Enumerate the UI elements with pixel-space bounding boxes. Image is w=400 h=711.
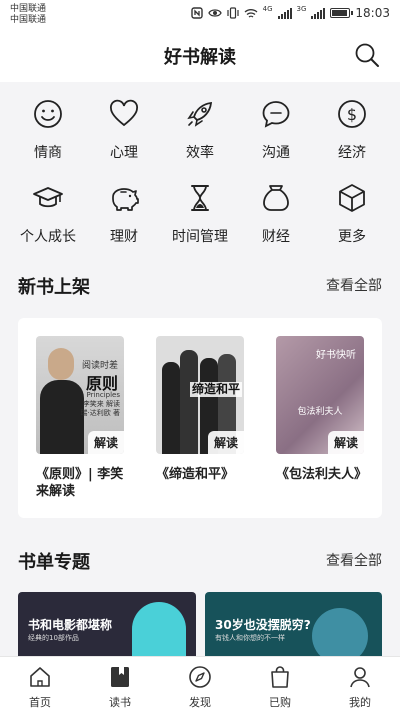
book-icon: [111, 667, 129, 687]
signal-icon-1: [277, 7, 292, 19]
cover-text-main: 缔造和平: [190, 382, 243, 397]
category-label: 效率: [186, 145, 214, 161]
category-item-shijianguanli[interactable]: 时间管理: [160, 182, 240, 246]
category-label: 个人成长: [20, 229, 76, 245]
nfc-icon: [190, 7, 203, 19]
portrait-head: [48, 348, 74, 380]
money-bag-icon: [263, 185, 289, 211]
new-books-card: 阅读时差 原则 Principles 李笑来 解读 瑞·达利欧 著 解读 《原则》|…: [18, 318, 382, 518]
carrier-label-2: 中国联通: [10, 15, 47, 25]
book-list-banner[interactable]: 书和电影都堪称 经典的10部作品: [18, 592, 196, 656]
tab-reading[interactable]: 读书: [90, 665, 150, 710]
carrier-label-1: 中国联通: [10, 4, 47, 14]
cube-icon: [339, 184, 365, 212]
shopping-bag-icon: [271, 666, 289, 688]
piggy-bank-icon: [112, 188, 139, 211]
interpretation-badge: 解读: [87, 431, 124, 454]
category-item-goutong[interactable]: 沟通: [236, 98, 316, 162]
network-label-2: 3G: [296, 5, 307, 13]
category-item-qingshang[interactable]: 情商: [8, 98, 88, 162]
category-label: 情商: [34, 145, 62, 161]
book-title[interactable]: 《缔造和平》: [156, 466, 256, 483]
tab-label: 我的: [349, 696, 371, 709]
app-header: 好书解读: [0, 28, 400, 82]
dollar-coin-icon: $: [338, 100, 366, 128]
view-all-book-lists-link[interactable]: 查看全部: [326, 550, 382, 570]
banner-subtitle: 有钱人和你想的不一样: [215, 634, 285, 642]
cover-figure: [180, 350, 198, 454]
section-title-book-lists: 书单专题: [18, 552, 90, 573]
banner-title: 30岁也没摆脱穷?: [215, 618, 311, 632]
book-cover: 阅读时差 原则 Principles 李笑来 解读 瑞·达利欧 著 解读: [36, 336, 124, 454]
rocket-icon: [187, 101, 213, 127]
tab-home[interactable]: 首页: [10, 665, 70, 710]
book-item[interactable]: 好书快听 包法利夫人 解读 《包法利夫人》: [276, 336, 367, 483]
banner-illustration: [312, 608, 368, 656]
category-item-gengduo[interactable]: 更多: [312, 182, 392, 246]
category-item-xiaolv[interactable]: 效率: [160, 98, 240, 162]
network-label-1: 4G: [262, 5, 273, 13]
status-bar: 中国联通 中国联通 4G 3G 18:03: [0, 0, 400, 28]
category-label: 时间管理: [172, 229, 228, 245]
category-item-gerenchengzhang[interactable]: 个人成长: [8, 182, 88, 246]
bottom-tab-bar: 首页 读书 发现 已购 我的: [0, 656, 400, 711]
graduation-cap-icon: [33, 187, 63, 208]
book-title[interactable]: 《包法利夫人》: [276, 466, 376, 483]
book-cover: 缔造和平 解读: [156, 336, 244, 454]
smile-icon: [34, 100, 62, 128]
interpretation-badge: 解读: [327, 431, 364, 454]
page-title: 好书解读: [164, 47, 236, 68]
eye-icon: [207, 9, 222, 17]
banner-title: 书和电影都堪称: [28, 618, 113, 632]
svg-text:$: $: [347, 105, 357, 124]
tab-discover[interactable]: 发现: [170, 665, 230, 710]
category-item-caijing[interactable]: 财经: [236, 182, 316, 246]
tab-purchased[interactable]: 已购: [250, 665, 310, 710]
signal-icon-2: [311, 7, 326, 19]
interpretation-badge: 解读: [207, 431, 244, 454]
category-label: 更多: [338, 229, 366, 245]
tab-profile[interactable]: 我的: [330, 665, 390, 710]
category-item-jingji[interactable]: $ 经济: [312, 98, 392, 162]
banner-subtitle: 经典的10部作品: [28, 634, 79, 642]
book-item[interactable]: 缔造和平 解读 《缔造和平》: [156, 336, 244, 483]
book-title[interactable]: 《原则》| 李笑来解读: [36, 466, 136, 500]
tab-label: 首页: [29, 696, 51, 709]
tab-label: 读书: [109, 696, 131, 709]
cover-text-detail: Principles 李笑来 解读 瑞·达利欧 著: [81, 391, 120, 418]
portrait-body: [40, 380, 84, 454]
section-title-new-books: 新书上架: [18, 277, 90, 298]
search-icon[interactable]: [354, 42, 380, 68]
category-label: 理财: [110, 229, 138, 245]
home-icon: [30, 667, 50, 687]
battery-icon: [330, 8, 354, 18]
cover-text-byline: 瑞·达利欧 著: [80, 409, 120, 417]
category-label: 沟通: [262, 145, 290, 161]
book-item[interactable]: 阅读时差 原则 Principles 李笑来 解读 瑞·达利欧 著 解读 《原则》|…: [36, 336, 124, 500]
user-icon: [350, 667, 370, 688]
banner-illustration: [132, 602, 186, 656]
hourglass-icon: [191, 185, 209, 211]
tab-label: 发现: [189, 696, 211, 709]
wifi-icon: [244, 8, 258, 18]
category-item-licai[interactable]: 理财: [84, 182, 164, 246]
vibrate-icon: [227, 7, 239, 19]
cover-text-author: 李笑来 解读: [82, 400, 120, 408]
category-label: 财经: [262, 229, 290, 245]
view-all-new-books-link[interactable]: 查看全部: [326, 275, 382, 295]
heart-icon: [110, 99, 138, 127]
cover-text-corner: 好书快听: [316, 350, 356, 361]
cover-figure: [162, 362, 180, 454]
book-list-banner[interactable]: 30岁也没摆脱穷? 有钱人和你想的不一样: [205, 592, 382, 656]
chat-bubble-icon: [262, 101, 290, 128]
category-label: 经济: [338, 145, 366, 161]
cover-text-sub: Principles: [86, 391, 121, 399]
tab-label: 已购: [269, 696, 291, 709]
book-cover: 好书快听 包法利夫人 解读: [276, 336, 364, 454]
compass-icon: [189, 666, 211, 688]
category-label: 心理: [110, 145, 138, 161]
clock: 18:03: [355, 6, 390, 20]
category-item-xinli[interactable]: 心理: [84, 98, 164, 162]
cover-text-main: 包法利夫人: [297, 407, 343, 417]
